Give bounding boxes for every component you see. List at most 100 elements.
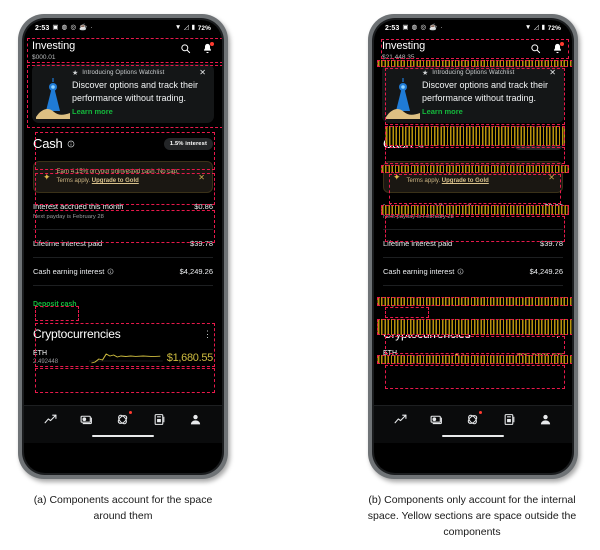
cash-title: Cash	[383, 136, 413, 151]
app-bar-texts: Investing $21,448.35	[382, 40, 530, 62]
row-main: Lifetime interest paid	[33, 239, 190, 249]
signal-icon: ◿	[183, 24, 189, 32]
phone-bezel: 2:53 ▣ ◍ ◎ ☕ · ▼ ◿ ▮ 72%	[372, 18, 574, 475]
dot-icon: ·	[440, 24, 443, 32]
info-icon[interactable]	[107, 268, 114, 275]
app-bar-actions	[530, 40, 564, 54]
status-time: 2:53	[35, 25, 50, 32]
search-icon[interactable]	[530, 43, 541, 54]
status-bar-right: ▼ ◿ ▮ 72%	[525, 25, 561, 32]
battery-icon: ▮	[191, 24, 196, 32]
app-bar: Investing $21,448.35	[374, 37, 572, 62]
app-bar-actions	[180, 40, 214, 54]
options-watchlist-promo-card[interactable]: ★ Introducing Options Watchlist ✕ Discov…	[32, 64, 214, 123]
row-value: $39.78	[190, 239, 213, 248]
caption-b: (b) Components only account for the inte…	[367, 494, 577, 538]
deposit-cash-link-row[interactable]: Deposit cash	[383, 285, 563, 317]
bell-icon[interactable]	[202, 42, 214, 54]
nav-investing[interactable]	[44, 413, 57, 426]
nav-items	[374, 406, 572, 432]
table-row: Interest accrued this month Next payday …	[33, 193, 213, 229]
info-icon[interactable]	[67, 140, 75, 148]
row-title: Interest accrued this month	[33, 202, 124, 211]
deposit-cash-link[interactable]: Deposit cash	[383, 301, 427, 308]
signal-icon: ◿	[533, 24, 539, 32]
list-item[interactable]: ETH 2.492448 $1,680.55	[33, 346, 213, 371]
row-value: $0.86	[544, 202, 563, 211]
info-icon[interactable]	[417, 140, 425, 148]
promo-header: ★ Introducing Options Watchlist ✕	[390, 69, 556, 77]
overflow-menu-icon[interactable]: ⋮	[203, 329, 213, 340]
phone-bezel: 2:53 ▣ ◍ ◎ ☕ · ▼ ◿ ▮ 72%	[22, 18, 224, 475]
page-title: Investing	[32, 40, 76, 52]
bell-icon[interactable]	[552, 42, 564, 54]
nav-crypto-badge	[478, 410, 483, 414]
app-content-a: Investing $000.01 ★ Introducing Options …	[24, 37, 222, 443]
home-indicator	[442, 434, 504, 437]
upgrade-to-gold-link[interactable]: Upgrade to Gold	[442, 178, 489, 184]
interest-rate-badge: 1.5% interest	[163, 137, 213, 150]
page-title: Investing	[382, 40, 426, 52]
options-watchlist-promo-card[interactable]: ★ Introducing Options Watchlist ✕ Discov…	[382, 64, 564, 123]
home-indicator	[92, 434, 154, 437]
sparkline-chart	[85, 350, 167, 366]
close-icon[interactable]: ✕	[549, 69, 556, 77]
notification-badge	[560, 42, 564, 46]
cryptocurrencies-title: Cryptocurrencies	[33, 327, 121, 341]
phone-screen-a: 2:53 ▣ ◍ ◎ ☕ · ▼ ◿ ▮ 72% Investing $000.…	[24, 20, 222, 473]
crypto-price: $1,680.55	[166, 351, 214, 364]
row-main: Lifetime interest paid	[383, 239, 540, 249]
battery-percent: 72%	[197, 25, 211, 32]
search-icon[interactable]	[180, 43, 191, 54]
phone-mockup-a: 2:53 ▣ ◍ ◎ ☕ · ▼ ◿ ▮ 72% Investing $000.…	[18, 14, 228, 479]
crypto-identity: ETH 2.492448	[383, 349, 435, 366]
status-bar-left: 2:53 ▣ ◍ ◎ ☕ ·	[35, 25, 93, 32]
coffee-icon: ☕	[79, 24, 88, 32]
battery-percent: 72%	[547, 25, 561, 32]
upgrade-to-gold-link[interactable]: Upgrade to Gold	[92, 178, 139, 184]
promo-eyebrow: Introducing Options Watchlist	[82, 70, 165, 76]
nav-card[interactable]	[503, 413, 516, 426]
nav-account[interactable]	[539, 413, 552, 426]
lighthouse-illustration	[36, 77, 70, 119]
gold-upgrade-banner[interactable]: ✦ Earn 4.15% on your uninvested cash. No…	[33, 161, 213, 193]
row-title: Lifetime interest paid	[33, 239, 103, 248]
bottom-navigation-bar	[24, 405, 222, 443]
phone-screen-b: 2:53 ▣ ◍ ◎ ☕ · ▼ ◿ ▮ 72% Investing $21,4…	[374, 20, 572, 473]
sparkle-icon: ✦	[393, 171, 401, 182]
star-icon: ★	[422, 69, 429, 77]
close-icon[interactable]: ✕	[193, 173, 205, 182]
table-row: Cash earning interest $4,249.26	[33, 257, 213, 285]
table-row: Lifetime interest paid $39.78	[33, 229, 213, 257]
interest-rate-badge: 1.5% interest	[513, 137, 563, 150]
overflow-menu-icon[interactable]: ⋮	[553, 329, 563, 340]
wifi-icon: ▼	[524, 24, 532, 32]
record-icon: ◎	[70, 24, 77, 32]
deposit-cash-link[interactable]: Deposit cash	[33, 301, 77, 308]
close-icon[interactable]: ✕	[199, 69, 206, 77]
notification-badge	[210, 42, 214, 46]
gold-banner-text: Earn 4.15% on your uninvested cash. No c…	[407, 168, 544, 186]
status-bar-left: 2:53 ▣ ◍ ◎ ☕ ·	[385, 25, 443, 32]
sparkline-chart	[435, 350, 517, 366]
nav-card[interactable]	[153, 413, 166, 426]
cash-section-header: Cash 1.5% interest	[383, 133, 563, 154]
row-subtitle: Next payday is February 28	[383, 214, 454, 220]
nav-account[interactable]	[189, 413, 202, 426]
row-title: Interest accrued this month	[383, 202, 474, 211]
nav-crypto[interactable]	[116, 410, 133, 426]
info-icon[interactable]	[457, 268, 464, 275]
cash-title: Cash	[33, 136, 63, 151]
close-icon[interactable]: ✕	[543, 173, 555, 182]
gold-upgrade-banner[interactable]: ✦ Earn 4.15% on your uninvested cash. No…	[383, 161, 563, 193]
nav-investing[interactable]	[394, 413, 407, 426]
whatsapp-icon: ◍	[411, 24, 418, 32]
deposit-cash-link-row[interactable]: Deposit cash	[33, 285, 213, 317]
row-value: $39.78	[540, 239, 563, 248]
row-value: $4,249.26	[529, 267, 563, 276]
nav-crypto[interactable]	[466, 410, 483, 426]
list-item[interactable]: ETH 2.492448 $1,680.55	[383, 346, 563, 371]
nav-cash[interactable]	[430, 413, 443, 426]
row-title-text: Cash earning interest	[33, 267, 105, 276]
nav-cash[interactable]	[80, 413, 93, 426]
